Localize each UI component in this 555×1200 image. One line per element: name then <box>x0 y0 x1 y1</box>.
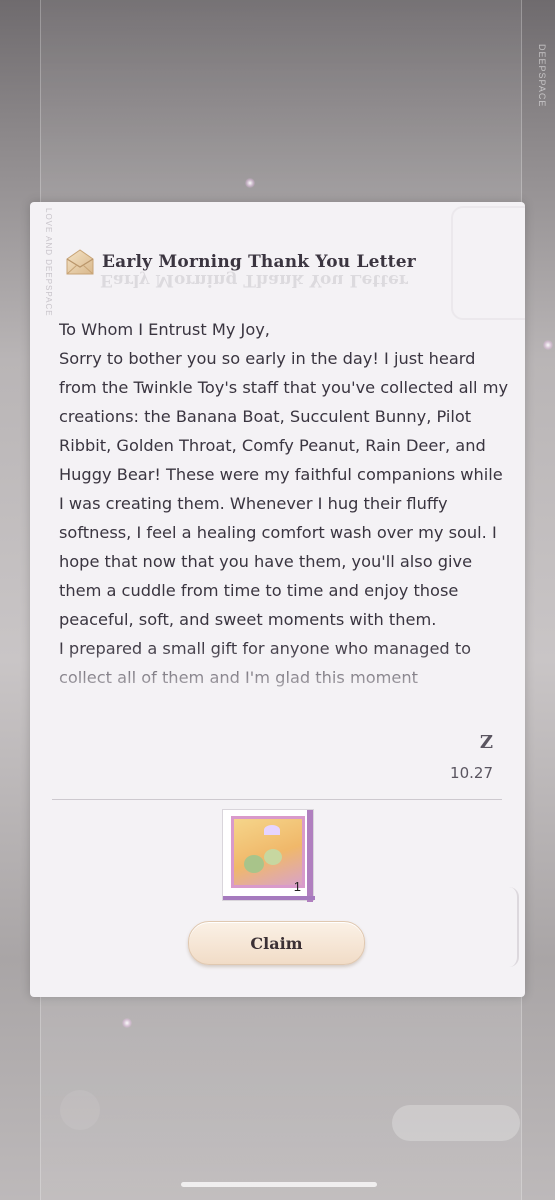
reward-rarity-bar <box>223 896 315 900</box>
letter-title: Early Morning Thank You Letter <box>102 252 416 272</box>
title-reflection: Early Morning Thank You Letter <box>100 270 408 290</box>
letter-paragraph: I prepared a small gift for anyone who m… <box>59 639 472 687</box>
sparkle-icon <box>122 1018 132 1028</box>
reward-item[interactable]: 1 <box>222 809 315 902</box>
background-side-text: DEEPSPACE <box>537 44 547 108</box>
claim-button[interactable]: Claim <box>188 921 365 965</box>
home-indicator[interactable] <box>181 1182 377 1187</box>
letter-dialog: LOVE AND DEEPSPACE Early Morning Thank Y… <box>30 202 525 997</box>
letter-date: 10.27 <box>450 764 493 782</box>
background-button <box>392 1105 520 1141</box>
sparkle-icon <box>543 340 553 350</box>
sparkle-icon <box>245 178 255 188</box>
reward-image <box>231 816 305 888</box>
background-circle <box>60 1090 100 1130</box>
reward-count: 1 <box>293 879 301 894</box>
envelope-icon <box>66 249 94 275</box>
letter-paragraph: Sorry to bother you so early in the day!… <box>59 349 509 629</box>
card-decoration <box>451 206 525 320</box>
reward-rarity-strip <box>307 810 313 902</box>
letter-signature: Z <box>479 732 493 753</box>
letter-greeting: To Whom I Entrust My Joy, <box>59 320 270 339</box>
card-edge-text: LOVE AND DEEPSPACE <box>44 208 53 317</box>
letter-body[interactable]: To Whom I Entrust My Joy, Sorry to bothe… <box>59 315 509 707</box>
card-decoration <box>497 887 519 967</box>
divider <box>52 799 502 800</box>
